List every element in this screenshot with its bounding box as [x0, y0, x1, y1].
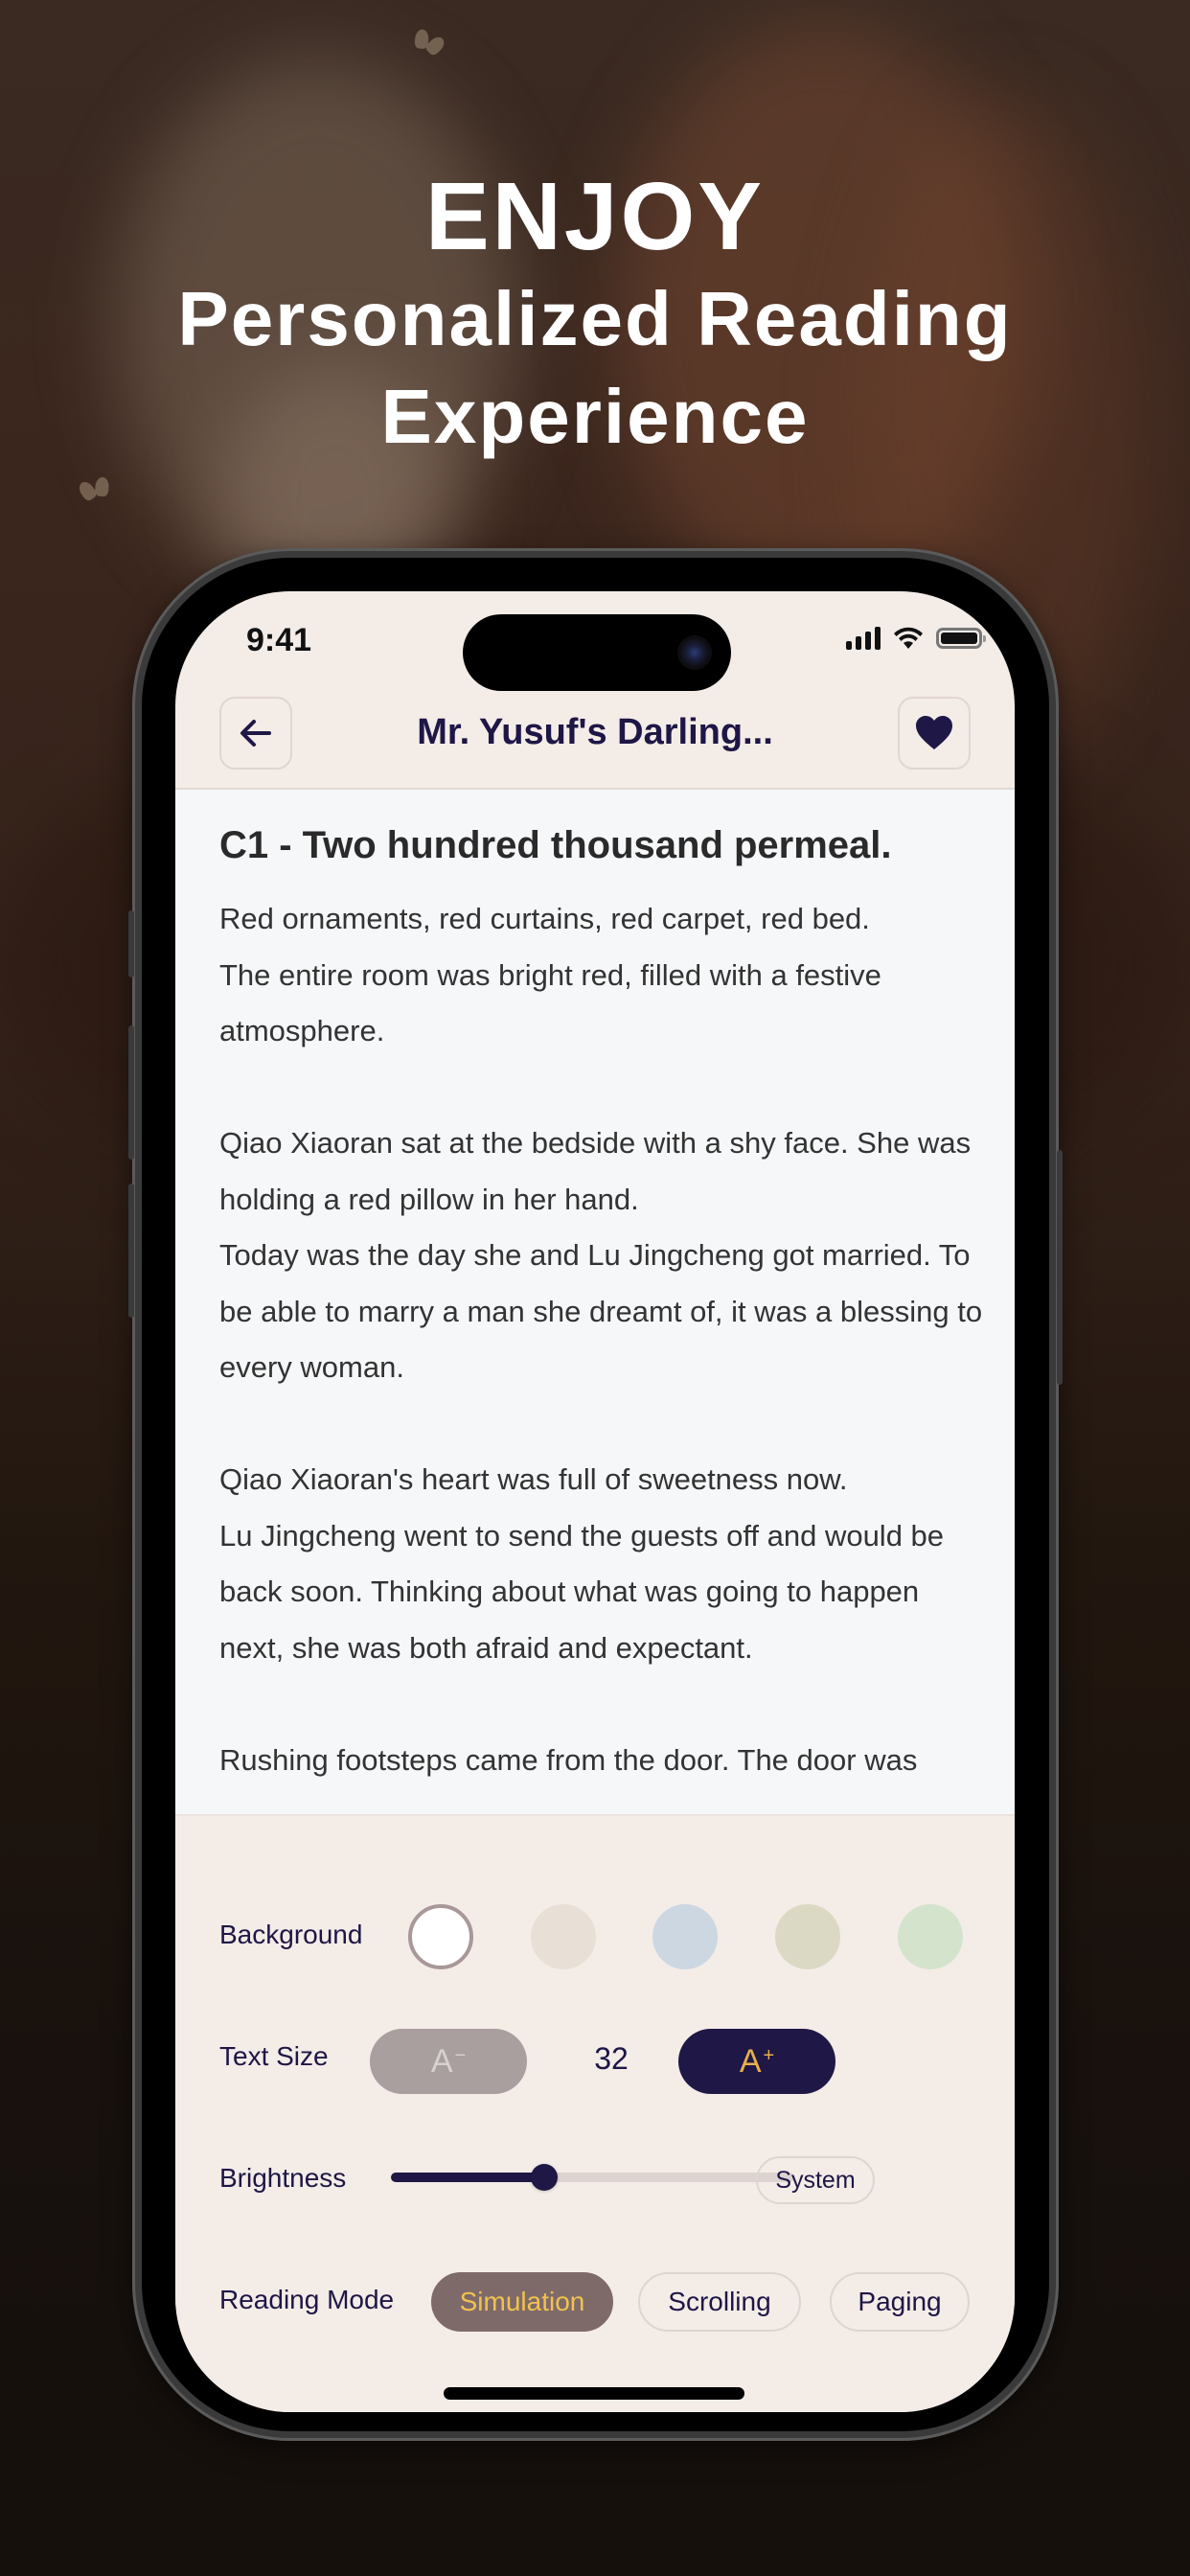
- reading-content[interactable]: C1 - Two hundred thousand permeal. Red o…: [175, 790, 1015, 1814]
- paragraph: Red ornaments, red curtains, red carpet,…: [219, 902, 870, 935]
- back-button[interactable]: [219, 697, 292, 770]
- brightness-slider-thumb[interactable]: [530, 2164, 558, 2191]
- background-swatch-blue[interactable]: [652, 1904, 718, 1969]
- book-title: Mr. Yusuf's Darling...: [417, 712, 773, 752]
- increase-text-size-button[interactable]: A +: [678, 2029, 835, 2094]
- phone-side-button: [128, 1025, 134, 1160]
- paragraph: Qiao Xiaoran's heart was full of sweetne…: [219, 1462, 848, 1496]
- background-swatch-beige[interactable]: [531, 1904, 596, 1969]
- hero-headline: ENJOY Personalized Reading Experience: [0, 163, 1190, 466]
- phone-side-button: [128, 1184, 134, 1318]
- chapter-title: C1 - Two hundred thousand permeal.: [219, 824, 892, 866]
- paragraph: Today was the day she and Lu Jingcheng g…: [219, 1238, 983, 1384]
- hero-subtitle-line2: Experience: [380, 374, 810, 459]
- arrow-left-icon: [240, 720, 271, 747]
- background-swatch-green[interactable]: [898, 1904, 963, 1969]
- chapter-body: Red ornaments, red curtains, red carpet,…: [219, 891, 986, 1788]
- moth-icon: [411, 28, 446, 59]
- moth-icon: [79, 475, 112, 503]
- hero-title: ENJOY: [424, 163, 765, 270]
- status-bar: 9:41: [175, 591, 1015, 691]
- reading-mode-label: Reading Mode: [219, 2285, 395, 2314]
- battery-icon: [936, 628, 986, 649]
- dynamic-island: [463, 614, 731, 691]
- status-icons: [846, 626, 986, 651]
- text-size-value: 32: [594, 2041, 629, 2076]
- increase-text-size-glyph: A: [739, 2042, 762, 2080]
- background-label: Background: [219, 1920, 363, 1949]
- minus-icon: −: [454, 2044, 467, 2066]
- system-brightness-button[interactable]: System: [756, 2156, 875, 2204]
- hero-subtitle-line1: Personalized Reading: [177, 276, 1013, 361]
- status-time: 9:41: [246, 622, 312, 658]
- phone-side-button: [128, 910, 134, 978]
- paragraph: Lu Jingcheng went to send the guests off…: [219, 1518, 945, 1665]
- paragraph: The entire room was bright red, filled w…: [219, 957, 881, 1048]
- home-indicator[interactable]: [444, 2387, 744, 2400]
- brightness-slider-fill: [391, 2173, 544, 2182]
- wifi-icon: [894, 627, 923, 649]
- background-swatch-white[interactable]: [408, 1904, 473, 1969]
- brightness-slider[interactable]: [391, 2164, 794, 2191]
- paragraph: Rushing footsteps came from the door. Th…: [219, 1742, 918, 1777]
- reading-mode-simulation[interactable]: Simulation: [431, 2272, 613, 2332]
- background-swatch-olive[interactable]: [775, 1904, 840, 1969]
- front-camera-icon: [677, 635, 712, 670]
- reader-header: Mr. Yusuf's Darling...: [175, 687, 1015, 790]
- phone-side-button: [1057, 1150, 1063, 1385]
- reading-mode-paging[interactable]: Paging: [830, 2272, 970, 2332]
- reader-settings-panel: Background Text Size A − 32 A + Brightness…: [175, 1814, 1015, 2412]
- reading-mode-scrolling[interactable]: Scrolling: [638, 2272, 801, 2332]
- decrease-text-size-glyph: A: [430, 2042, 453, 2080]
- heart-icon: [916, 716, 952, 749]
- paragraph: Qiao Xiaoran sat at the bedside with a s…: [219, 1126, 972, 1216]
- cellular-signal-icon: [846, 627, 881, 650]
- text-size-label: Text Size: [219, 2041, 329, 2071]
- favorite-button[interactable]: [898, 697, 971, 770]
- brightness-label: Brightness: [219, 2163, 347, 2193]
- plus-icon: +: [763, 2044, 775, 2066]
- phone-screen: 9:41 Mr. Yusuf's Darling... C1 - Two hun…: [175, 591, 1015, 2412]
- decrease-text-size-button[interactable]: A −: [370, 2029, 527, 2094]
